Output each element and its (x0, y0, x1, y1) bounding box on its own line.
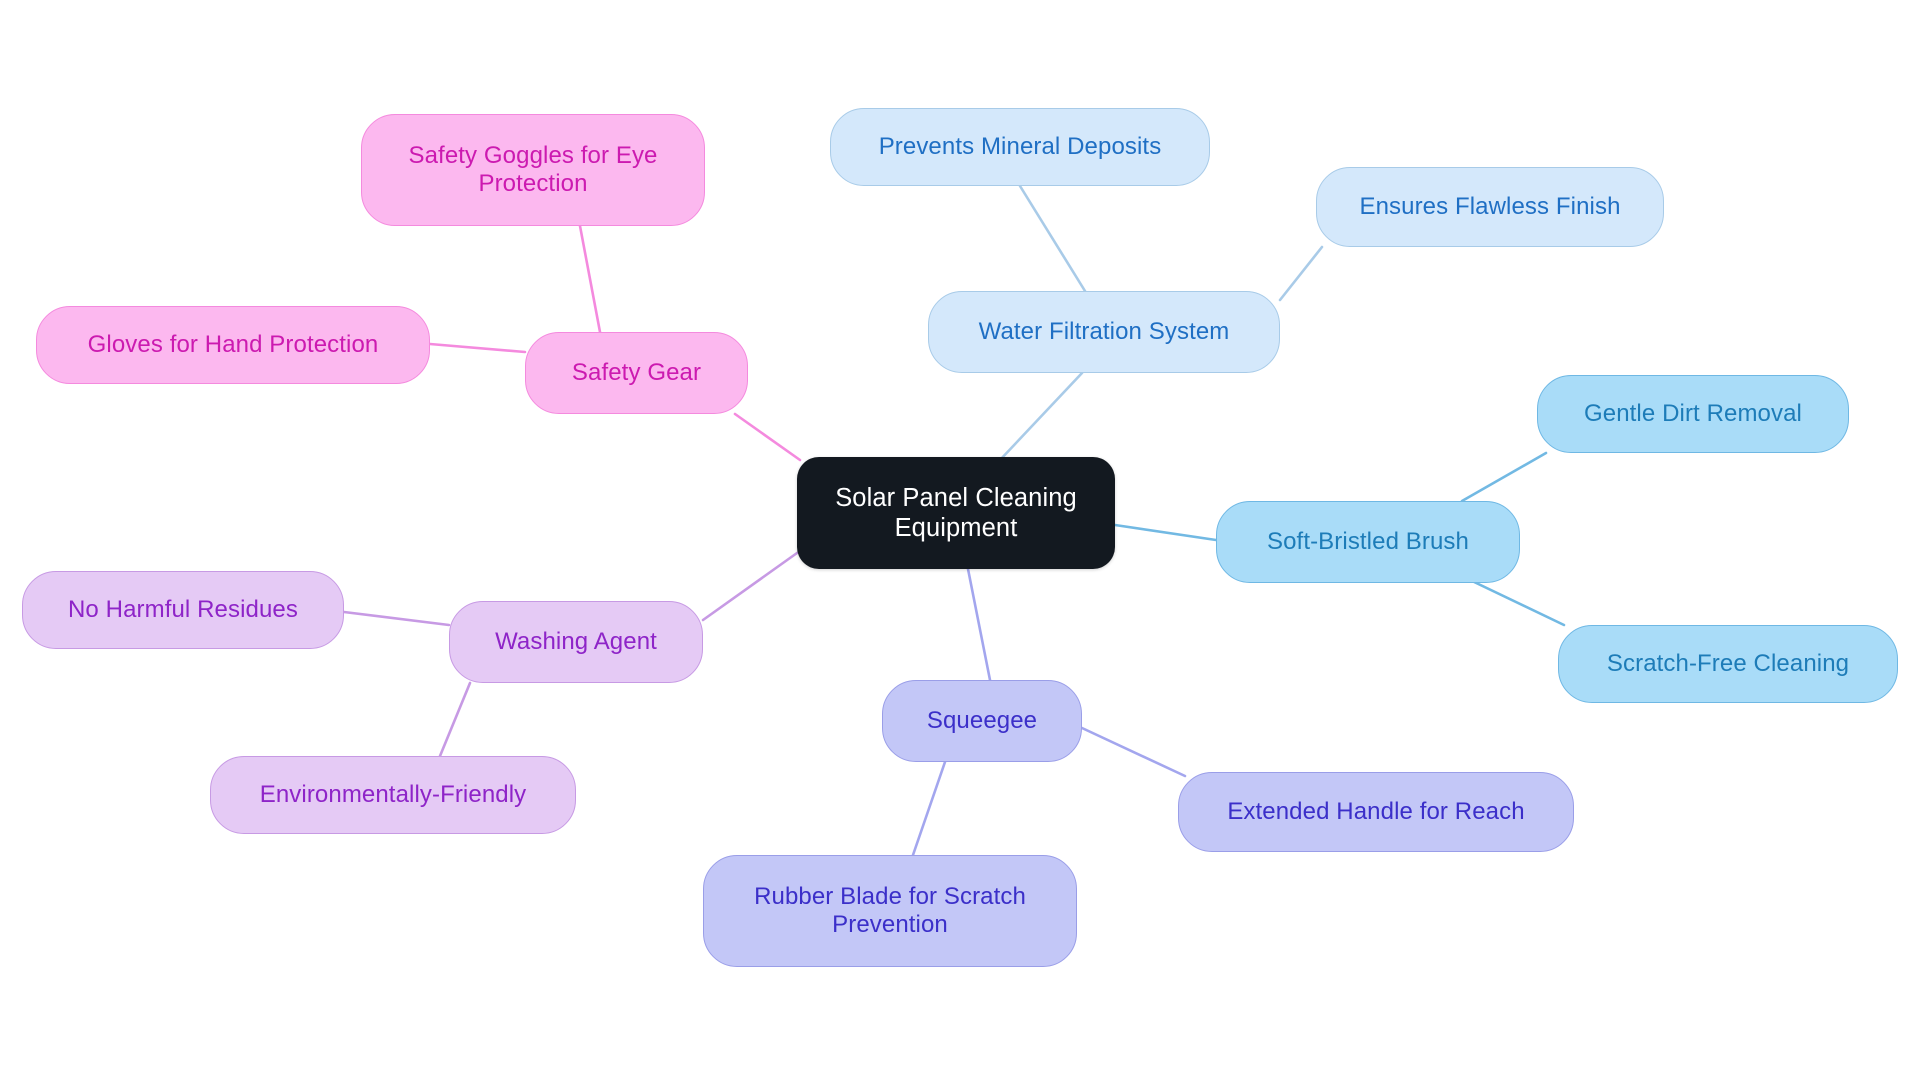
mindmap-leaf-node-environmentally-friendly[interactable]: Environmentally-Friendly (210, 756, 576, 834)
edge-squeegee-to-extended-handle-for-reach (1080, 726, 1187, 778)
edge-safety-gear-to-gloves-for-hand-protection (428, 342, 527, 354)
edge-soft-bristled-brush-to-scratch-free-cleaning (1468, 578, 1566, 627)
edge-root-to-soft-bristled-brush (1113, 523, 1218, 542)
mindmap-branch-node-squeegee[interactable]: Squeegee (882, 680, 1082, 762)
edge-safety-gear-to-safety-goggles-for-eye-protection (578, 224, 602, 334)
mindmap-leaf-node-prevents-mineral-deposits[interactable]: Prevents Mineral Deposits (830, 108, 1210, 186)
mindmap-leaf-node-extended-handle-for-reach[interactable]: Extended Handle for Reach (1178, 772, 1574, 852)
edge-root-to-water-filtration-system (998, 371, 1084, 462)
edge-root-to-washing-agent (701, 551, 799, 622)
mindmap-branch-node-soft-bristled-brush[interactable]: Soft-Bristled Brush (1216, 501, 1520, 583)
mindmap-branch-node-water-filtration-system[interactable]: Water Filtration System (928, 291, 1280, 373)
edge-root-to-squeegee (966, 567, 992, 682)
edge-water-filtration-system-to-prevents-mineral-deposits (1018, 184, 1087, 293)
mindmap-leaf-node-no-harmful-residues[interactable]: No Harmful Residues (22, 571, 344, 649)
mindmap-leaf-node-gloves-for-hand-protection[interactable]: Gloves for Hand Protection (36, 306, 430, 384)
mindmap-leaf-node-scratch-free-cleaning[interactable]: Scratch-Free Cleaning (1558, 625, 1898, 703)
mindmap-branch-node-safety-gear[interactable]: Safety Gear (525, 332, 748, 414)
mindmap-leaf-node-gentle-dirt-removal[interactable]: Gentle Dirt Removal (1537, 375, 1849, 453)
edge-squeegee-to-rubber-blade-for-scratch-prevention (911, 760, 947, 857)
edge-soft-bristled-brush-to-gentle-dirt-removal (1460, 451, 1548, 503)
mindmap-root-node[interactable]: Solar Panel Cleaning Equipment (797, 457, 1115, 569)
mindmap-leaf-node-rubber-blade-for-scratch-prevention[interactable]: Rubber Blade for Scratch Prevention (703, 855, 1077, 967)
edge-water-filtration-system-to-ensures-flawless-finish (1278, 245, 1324, 302)
mindmap-leaf-node-ensures-flawless-finish[interactable]: Ensures Flawless Finish (1316, 167, 1664, 247)
mindmap-leaf-node-safety-goggles-for-eye-protection[interactable]: Safety Goggles for Eye Protection (361, 114, 705, 226)
edge-washing-agent-to-no-harmful-residues (342, 610, 451, 627)
edge-root-to-safety-gear (733, 412, 802, 462)
mindmap-branch-node-washing-agent[interactable]: Washing Agent (449, 601, 703, 683)
edge-washing-agent-to-environmentally-friendly (438, 681, 472, 758)
mindmap-canvas: Solar Panel Cleaning Equipment Water Filt… (0, 0, 1920, 1083)
